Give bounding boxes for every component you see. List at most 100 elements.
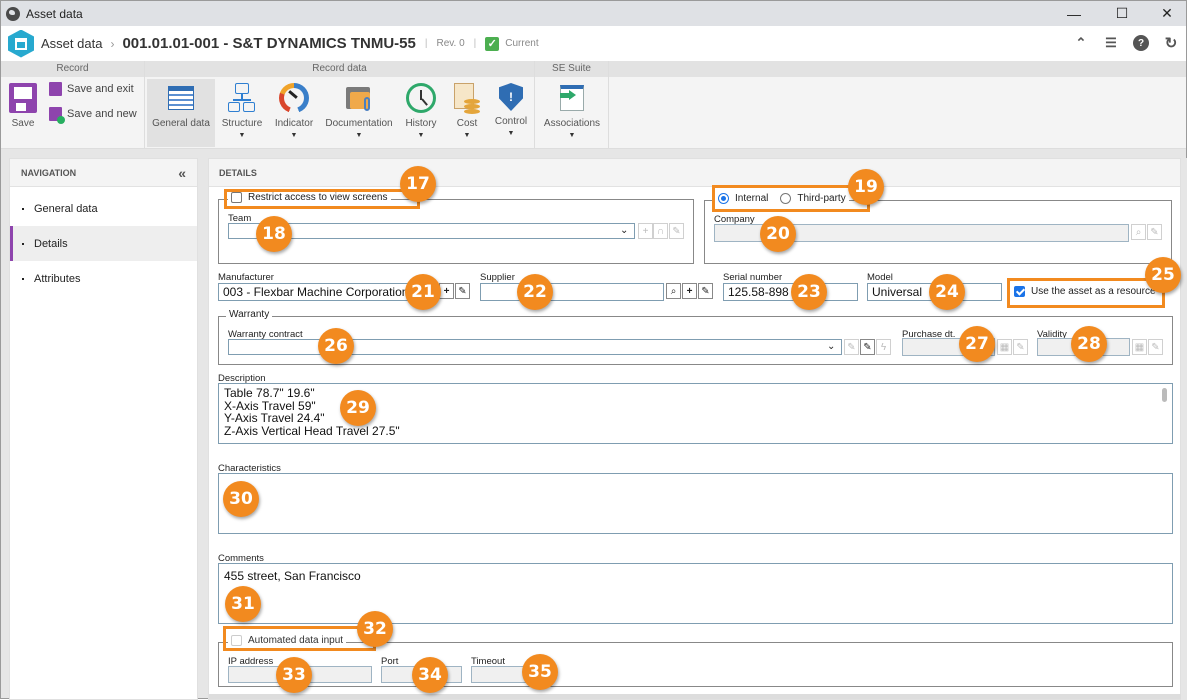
save-and-new-button[interactable]: Save and new xyxy=(49,107,137,124)
title-bar: Asset data — ☐ ✕ xyxy=(1,1,1186,26)
status-badge: Current xyxy=(505,38,539,49)
cost-icon xyxy=(452,83,482,114)
chevron-down-icon[interactable]: ⌄ xyxy=(827,341,835,352)
clear-brush-icon[interactable]: ✎ xyxy=(1013,339,1028,355)
save-exit-icon xyxy=(49,82,62,96)
save-and-exit-button[interactable]: Save and exit xyxy=(49,82,134,96)
record-header: Asset data › 001.01.01-001 - S&T DYNAMIC… xyxy=(1,26,1186,61)
associations-button[interactable]: Associations ▼ xyxy=(539,79,605,147)
vertical-scrollbar[interactable] xyxy=(1181,158,1187,700)
chevron-down-icon[interactable]: ⌄ xyxy=(620,225,628,236)
close-button[interactable]: ✕ xyxy=(1144,1,1187,26)
callout-badge-32: 32 xyxy=(357,611,393,647)
check-icon: ✓ xyxy=(485,36,500,51)
radio-third-party[interactable] xyxy=(780,193,792,204)
manufacturer-label: Manufacturer xyxy=(218,272,274,283)
radio-internal[interactable] xyxy=(718,193,729,204)
callout-badge-20: 20 xyxy=(760,216,796,252)
binoculars-icon[interactable]: ∩ xyxy=(653,223,668,239)
warranty-legend: Warranty xyxy=(226,309,273,320)
breadcrumb-root[interactable]: Asset data xyxy=(41,36,102,51)
checkbox[interactable] xyxy=(1014,286,1025,297)
structure-icon xyxy=(227,83,257,113)
callout-badge-21: 21 xyxy=(405,274,441,310)
calendar-icon[interactable]: ▦ xyxy=(1132,339,1147,355)
page-title: 001.01.01-001 - S&T DYNAMICS TNMU-55 xyxy=(122,35,416,52)
clear-brush-icon[interactable]: ✎ xyxy=(860,339,875,355)
callout-badge-35: 35 xyxy=(522,654,558,690)
lightning-icon[interactable]: ϟ xyxy=(876,339,891,355)
structure-button[interactable]: Structure ▼ xyxy=(219,79,265,147)
callout-badge-29: 29 xyxy=(340,390,376,426)
clear-brush-icon[interactable]: ✎ xyxy=(669,223,684,239)
revision-label: Rev. 0 xyxy=(436,38,465,49)
nav-item-attributes[interactable]: Attributes xyxy=(10,261,197,296)
callout-badge-33: 33 xyxy=(276,657,312,693)
collapse-panel-icon[interactable]: « xyxy=(178,165,186,181)
documentation-button[interactable]: Documentation ▼ xyxy=(323,79,395,147)
save-new-icon xyxy=(49,107,65,124)
control-button[interactable]: ! Control ▼ xyxy=(491,79,531,147)
navigation-panel: NAVIGATION « General data Details Attrib… xyxy=(9,158,198,700)
nav-item-general-data[interactable]: General data xyxy=(10,191,197,226)
ownership-radio-group: Internal Third-party xyxy=(715,193,849,204)
characteristics-textarea[interactable] xyxy=(218,473,1173,534)
history-clock-icon xyxy=(406,83,436,113)
history-button[interactable]: History ▼ xyxy=(399,79,443,147)
comments-textarea[interactable]: 455 street, San Francisco xyxy=(218,563,1173,624)
minimize-button[interactable]: — xyxy=(1051,1,1097,26)
model-label: Model xyxy=(867,272,893,283)
collapse-up-icon[interactable]: ⌃ xyxy=(1073,35,1089,51)
checkbox[interactable] xyxy=(231,635,242,646)
checkbox[interactable] xyxy=(231,192,242,203)
window-title: Asset data xyxy=(26,6,83,21)
cost-button[interactable]: Cost ▼ xyxy=(449,79,485,147)
calendar-icon[interactable]: ▦ xyxy=(997,339,1012,355)
clear-brush-icon[interactable]: ✎ xyxy=(455,283,470,299)
save-button[interactable]: Save xyxy=(5,79,41,147)
refresh-icon[interactable]: ↻ xyxy=(1163,35,1179,52)
clear-brush-icon[interactable]: ✎ xyxy=(698,283,713,299)
callout-badge-22: 22 xyxy=(517,274,553,310)
search-icon[interactable]: ⌕ xyxy=(1131,224,1146,240)
add-icon[interactable]: + xyxy=(682,283,697,299)
edit-pencil-icon[interactable]: ✎ xyxy=(844,339,859,355)
indicator-button[interactable]: Indicator ▼ xyxy=(271,79,317,147)
nav-item-details[interactable]: Details xyxy=(10,226,197,261)
associations-icon xyxy=(557,83,587,113)
callout-badge-25: 25 xyxy=(1145,257,1181,293)
textarea-scrollbar-thumb[interactable] xyxy=(1162,388,1167,402)
search-icon[interactable]: ⌕ xyxy=(666,283,681,299)
details-title: DETAILS xyxy=(209,159,1180,187)
add-icon[interactable]: + xyxy=(439,283,454,299)
list-icon[interactable]: ☰ xyxy=(1103,35,1119,51)
clear-brush-icon[interactable]: ✎ xyxy=(1147,224,1162,240)
help-icon[interactable]: ? xyxy=(1133,35,1149,51)
maximize-button[interactable]: ☐ xyxy=(1099,1,1145,26)
supplier-field[interactable] xyxy=(480,283,664,301)
callout-badge-27: 27 xyxy=(959,326,995,362)
gauge-icon xyxy=(279,83,309,113)
restrict-access-checkbox[interactable]: Restrict access to view screens xyxy=(228,192,391,203)
ribbon-toolbar: Record Record data SE Suite Save Save an… xyxy=(1,61,1186,149)
shield-warning-icon: ! xyxy=(499,83,523,111)
use-as-resource-checkbox[interactable]: Use the asset as a resource xyxy=(1014,286,1156,297)
asset-building-icon xyxy=(8,29,34,58)
callout-badge-24: 24 xyxy=(929,274,965,310)
clear-brush-icon[interactable]: ✎ xyxy=(1148,339,1163,355)
globe-icon xyxy=(6,6,20,21)
floppy-disk-icon xyxy=(9,83,37,113)
breadcrumb-separator: › xyxy=(110,36,115,51)
form-icon xyxy=(168,86,194,110)
general-data-button[interactable]: General data xyxy=(147,79,215,147)
callout-badge-30: 30 xyxy=(223,481,259,517)
automated-input-checkbox[interactable]: Automated data input xyxy=(228,635,347,646)
callout-badge-34: 34 xyxy=(412,657,448,693)
callout-badge-19: 19 xyxy=(848,169,884,205)
folder-clip-icon xyxy=(344,83,374,113)
callout-badge-26: 26 xyxy=(318,328,354,364)
navigation-title: NAVIGATION xyxy=(21,167,77,178)
add-icon[interactable]: + xyxy=(638,223,653,239)
asset-data-window: Asset data — ☐ ✕ Asset data › 001.01.01-… xyxy=(0,0,1187,700)
serial-number-label: Serial number xyxy=(723,272,783,283)
